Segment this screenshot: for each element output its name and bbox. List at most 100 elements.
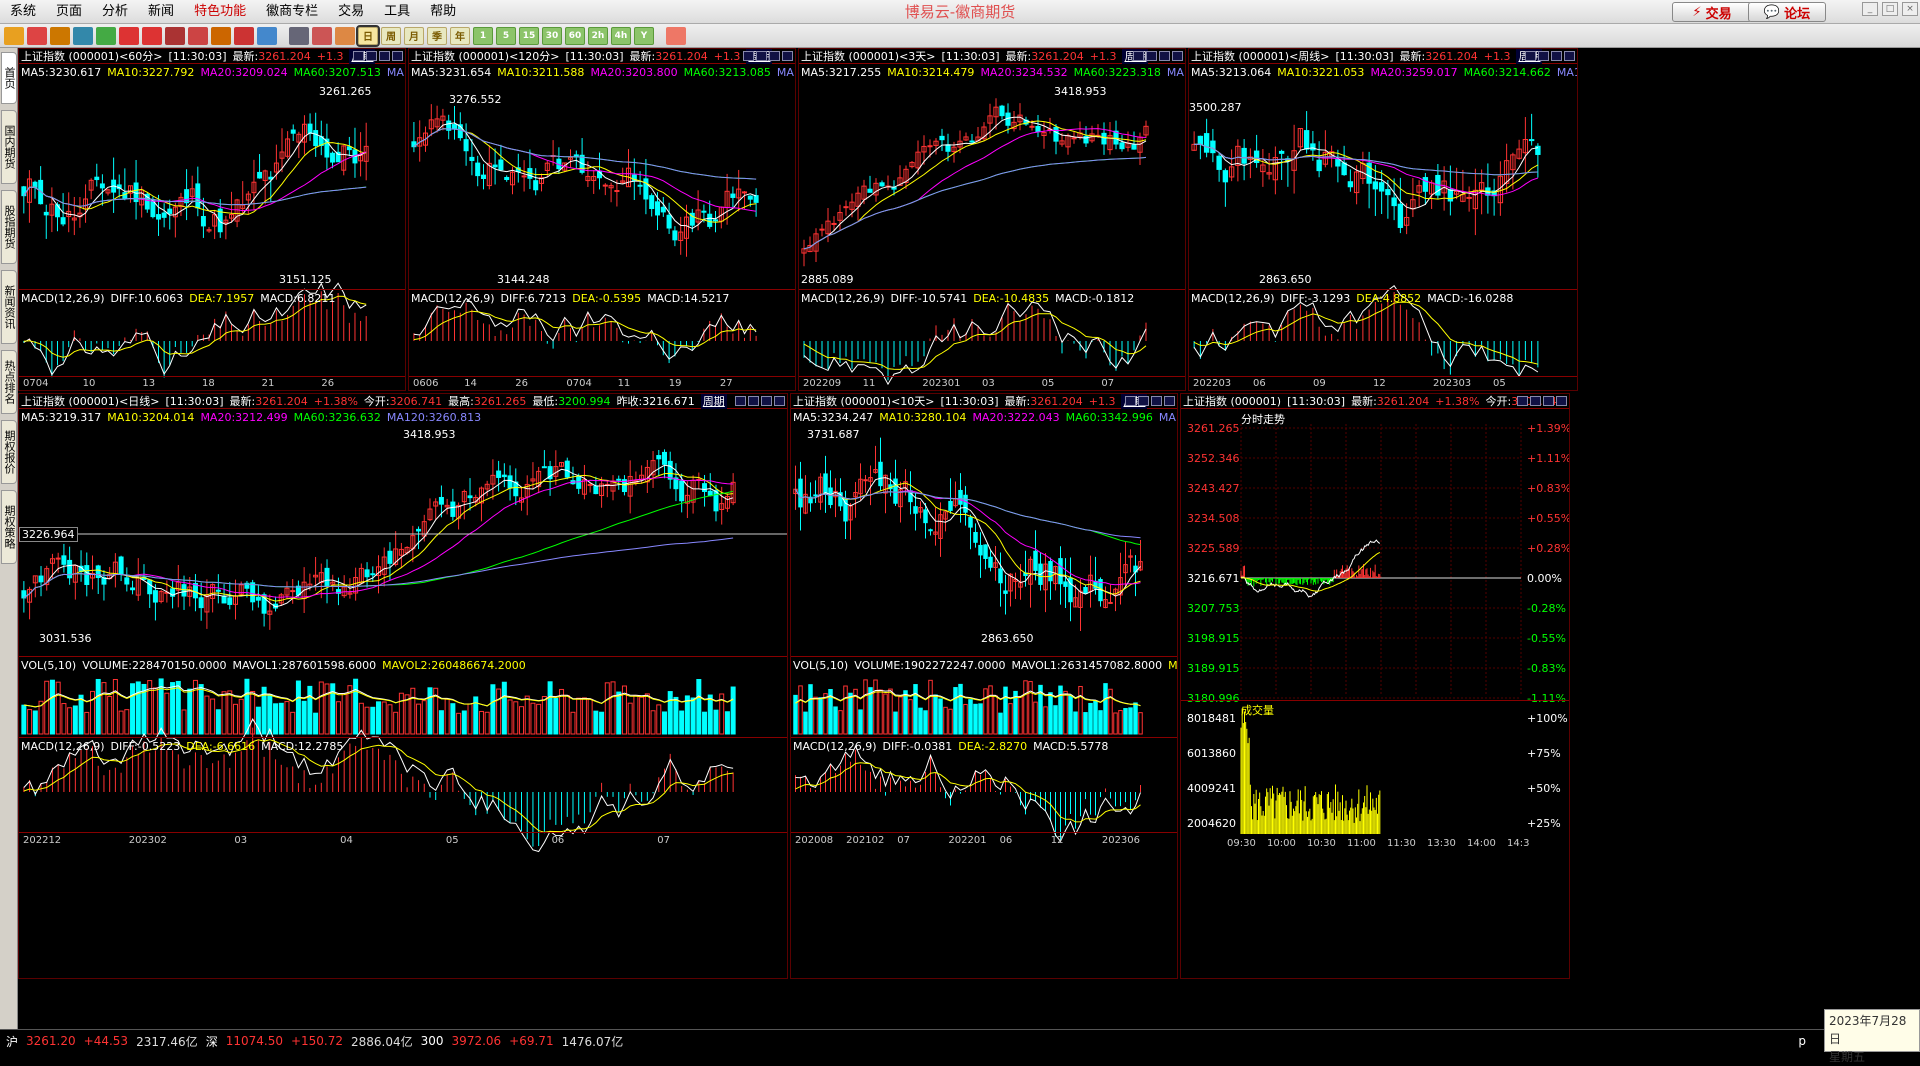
zoom-icon[interactable]	[142, 27, 162, 45]
kline-panel-p60[interactable]: 上证指数 (000001)<60分>[11:30:03]最新:3261.204+…	[18, 48, 406, 391]
close-button[interactable]: ×	[1902, 2, 1918, 16]
side-tab-3[interactable]: 新闻资讯	[1, 270, 17, 344]
side-tab-4[interactable]: 热点排名	[1, 350, 17, 414]
pen-icon[interactable]	[188, 27, 208, 45]
candle	[657, 456, 661, 459]
refresh-icon[interactable]	[96, 27, 116, 45]
side-tab-2[interactable]: 股指期货	[1, 190, 17, 264]
candle	[999, 569, 1003, 583]
period-button-4[interactable]: 年	[450, 27, 470, 45]
ma-line	[24, 143, 366, 215]
intraday-panel[interactable]: 上证指数 (000001)[11:30:03]最新:3261.204+1.38%…	[1180, 393, 1570, 979]
period-button-2[interactable]: 月	[404, 27, 424, 45]
period-button-10[interactable]: 2h	[588, 27, 608, 45]
sh-label: 沪	[6, 1033, 18, 1050]
volume-bar	[537, 704, 541, 734]
kline-panel-p3d[interactable]: 上证指数 (000001)<3天>[11:30:03]最新:3261.204+1…	[798, 48, 1186, 391]
menu-item-4[interactable]: 特色功能	[184, 0, 256, 24]
side-tab-6[interactable]: 期权策略	[1, 490, 17, 564]
candle	[33, 182, 37, 187]
candle	[1204, 134, 1208, 153]
period-button-9[interactable]: 60	[565, 27, 585, 45]
daily-kline-panel[interactable]: 上证指数 (000001)<日线>[11:30:03]最新:3261.204+1…	[18, 393, 788, 979]
period-button-1[interactable]: 周	[381, 27, 401, 45]
minimize-button[interactable]: _	[1862, 2, 1878, 16]
candle	[820, 229, 824, 230]
x-axis: 060614260704111927	[409, 377, 795, 391]
volume-bar	[714, 710, 718, 734]
calc-icon[interactable]	[666, 27, 686, 45]
chart-icon[interactable]	[257, 27, 277, 45]
candle	[508, 476, 512, 488]
folder-icon[interactable]	[50, 27, 70, 45]
candle	[291, 130, 295, 133]
period-button-8[interactable]: 30	[542, 27, 562, 45]
candle	[1279, 151, 1283, 153]
side-tab-5[interactable]: 期权报价	[1, 420, 17, 484]
volume-bar	[508, 700, 512, 734]
period-button-0[interactable]: 日	[358, 27, 378, 45]
volume-bar	[1069, 695, 1073, 734]
search-icon[interactable]	[119, 27, 139, 45]
candle	[452, 125, 456, 130]
kline-icon[interactable]	[312, 27, 332, 45]
period-button-11[interactable]: 4h	[611, 27, 631, 45]
home-icon[interactable]	[27, 27, 47, 45]
menu-item-1[interactable]: 页面	[46, 0, 92, 24]
menu-item-7[interactable]: 工具	[374, 0, 420, 24]
menu-item-8[interactable]: 帮助	[420, 0, 466, 24]
kline-panel-pwk[interactable]: 上证指数 (000001)<周线>[11:30:03]最新:3261.204+1…	[1188, 48, 1578, 391]
volume-bar	[382, 702, 386, 734]
indicator-legend: MACD(12,26,9)DIFF:-10.5741DEA:-10.4835MA…	[801, 292, 1134, 306]
volume-bar	[497, 689, 501, 734]
menu-item-5[interactable]: 徽商专栏	[256, 0, 328, 24]
x-tick: 26	[515, 378, 528, 389]
indicator-value: MACD(12,26,9)	[21, 292, 105, 306]
back-icon[interactable]	[4, 27, 24, 45]
maximize-button[interactable]: □	[1882, 2, 1898, 16]
volume-bar	[799, 686, 803, 734]
candle	[258, 172, 262, 178]
kline-panel-p120[interactable]: 上证指数 (000001)<120分>[11:30:03]最新:3261.204…	[408, 48, 796, 391]
period-button-7[interactable]: 15	[519, 27, 539, 45]
indicator-legend: MACD(12,26,9)DIFF:-3.1293DEA:4.8852MACD:…	[1191, 292, 1513, 306]
period-button-5[interactable]: 1	[473, 27, 493, 45]
brush-icon[interactable]	[211, 27, 231, 45]
menu-item-2[interactable]: 分析	[92, 0, 138, 24]
x-tick: 14:3	[1507, 838, 1529, 849]
candle	[748, 196, 752, 199]
book-icon[interactable]	[73, 27, 93, 45]
side-tab-0[interactable]: 首页	[1, 52, 17, 104]
volume-bar	[577, 698, 581, 734]
menu-item-6[interactable]: 交易	[328, 0, 374, 24]
list-icon[interactable]	[289, 27, 309, 45]
side-tab-1[interactable]: 国内期货	[1, 110, 17, 184]
dollar-icon[interactable]	[335, 27, 355, 45]
x-tick: 11	[618, 378, 631, 389]
volume-bar	[354, 679, 358, 734]
forum-button[interactable]: 💬论坛	[1748, 2, 1826, 22]
menu-item-3[interactable]: 新闻	[138, 0, 184, 24]
indicator-value: DEA:-0.5395	[572, 292, 641, 306]
vol-pct-tick: +75%	[1527, 747, 1561, 760]
x-tick: 09	[1313, 378, 1326, 389]
period-button-6[interactable]: 5	[496, 27, 516, 45]
volume-bar	[824, 694, 828, 734]
volume-bar	[1134, 703, 1138, 734]
x-tick: 0606	[413, 378, 438, 389]
volume-bar	[1064, 691, 1068, 734]
volume-bar	[1044, 707, 1048, 734]
volume-bar	[859, 710, 863, 734]
x-tick: 19	[669, 378, 682, 389]
menu-item-0[interactable]: 系统	[0, 0, 46, 24]
filter-icon[interactable]	[234, 27, 254, 45]
period-button-12[interactable]: Y	[634, 27, 654, 45]
candle	[502, 475, 506, 476]
indicator-value: DIFF:-3.1293	[1281, 292, 1351, 306]
trade-button[interactable]: ⚡交易	[1672, 2, 1752, 22]
x-axis: 202008202102072022010612202306	[791, 834, 1177, 848]
window-icon[interactable]	[165, 27, 185, 45]
tenday-kline-panel[interactable]: 上证指数 (000001)<10天>[11:30:03]最新:3261.204+…	[790, 393, 1178, 979]
period-button-3[interactable]: 季	[427, 27, 447, 45]
x-tick: 06	[1000, 835, 1013, 846]
